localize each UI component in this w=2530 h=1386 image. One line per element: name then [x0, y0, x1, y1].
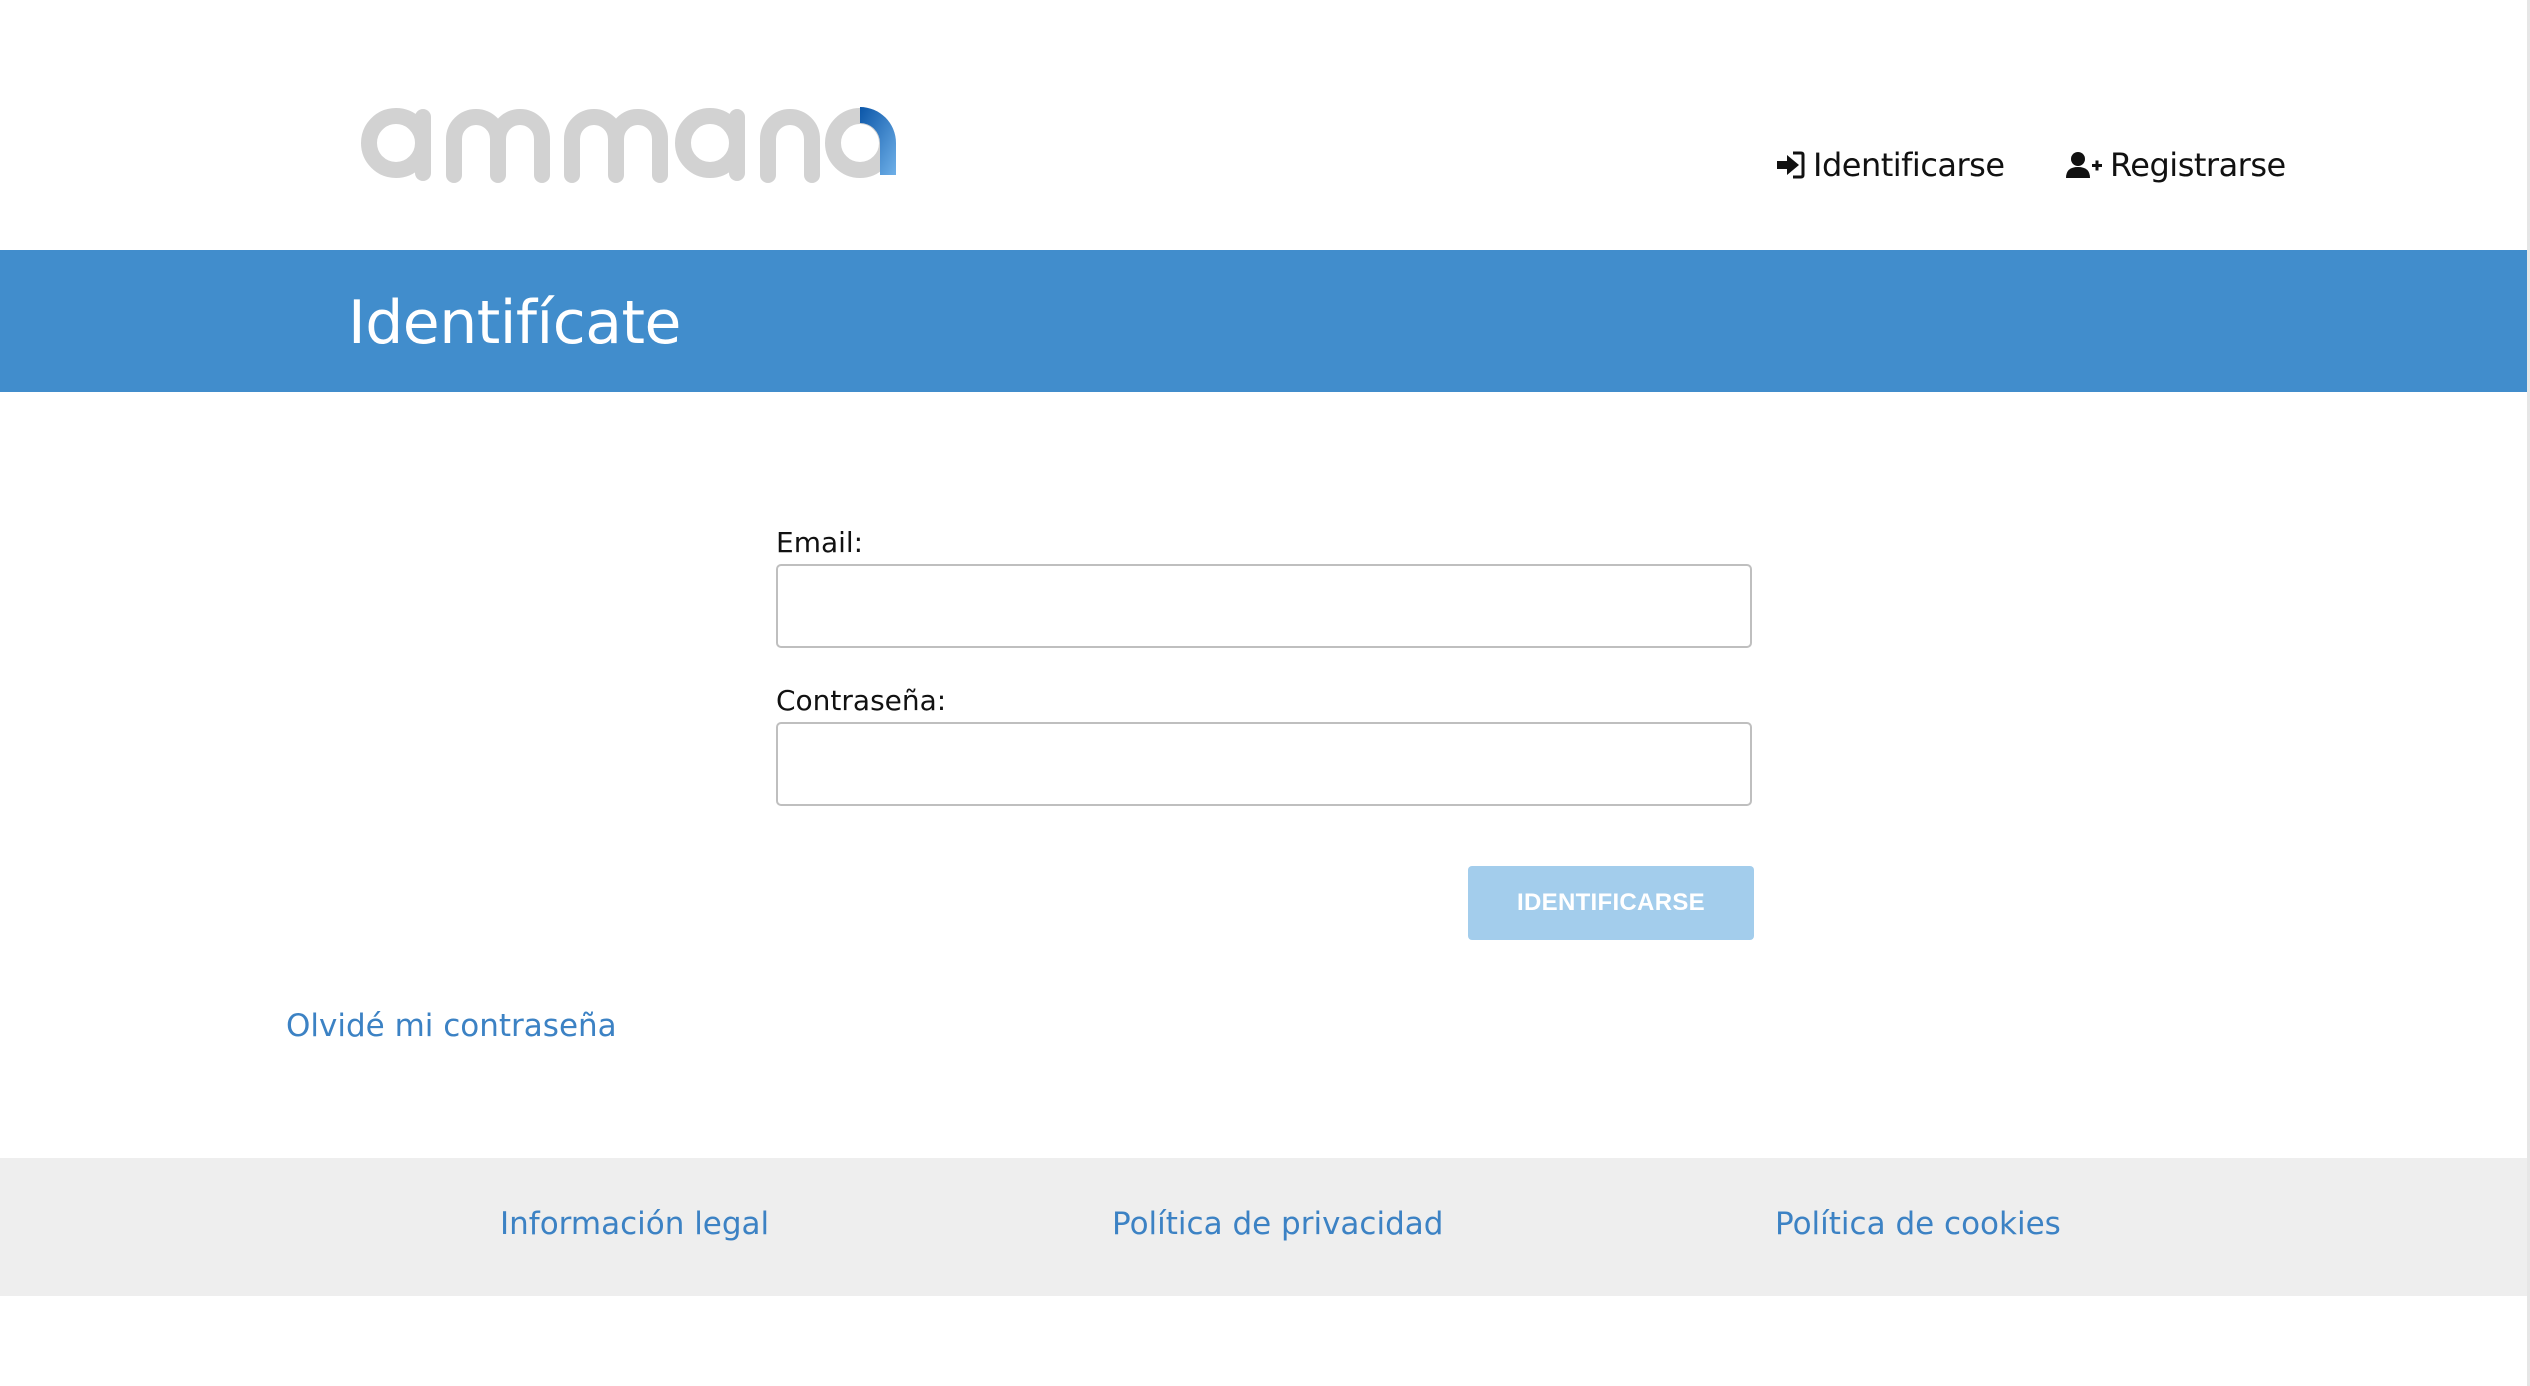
page-banner: Identifícate — [0, 250, 2530, 392]
forgot-password-link[interactable]: Olvidé mi contraseña — [286, 1008, 617, 1044]
ammana-logo-mark — [361, 107, 896, 183]
password-label: Contraseña: — [776, 684, 947, 717]
sign-in-icon — [1777, 151, 1805, 179]
site-header: Identificarse Registrarse — [0, 0, 2530, 250]
login-submit-button[interactable]: IDENTIFICARSE — [1468, 866, 1754, 940]
footer-privacy-link[interactable]: Política de privacidad — [1112, 1206, 1443, 1242]
footer-cookies-link[interactable]: Política de cookies — [1775, 1206, 2061, 1242]
site-footer: Información legal Política de privacidad… — [0, 1158, 2530, 1296]
email-field[interactable] — [776, 564, 1752, 648]
email-label: Email: — [776, 526, 864, 559]
ammana-logo[interactable] — [360, 95, 900, 190]
user-plus-icon — [2066, 152, 2102, 178]
nav-register-label: Registrarse — [2110, 146, 2286, 184]
nav-login-label: Identificarse — [1813, 146, 2005, 184]
password-field[interactable] — [776, 722, 1752, 806]
nav-login-link[interactable]: Identificarse — [1775, 140, 2005, 190]
page-title: Identifícate — [348, 288, 681, 358]
footer-legal-link[interactable]: Información legal — [500, 1206, 769, 1242]
nav-register-link[interactable]: Registrarse — [2066, 140, 2286, 190]
